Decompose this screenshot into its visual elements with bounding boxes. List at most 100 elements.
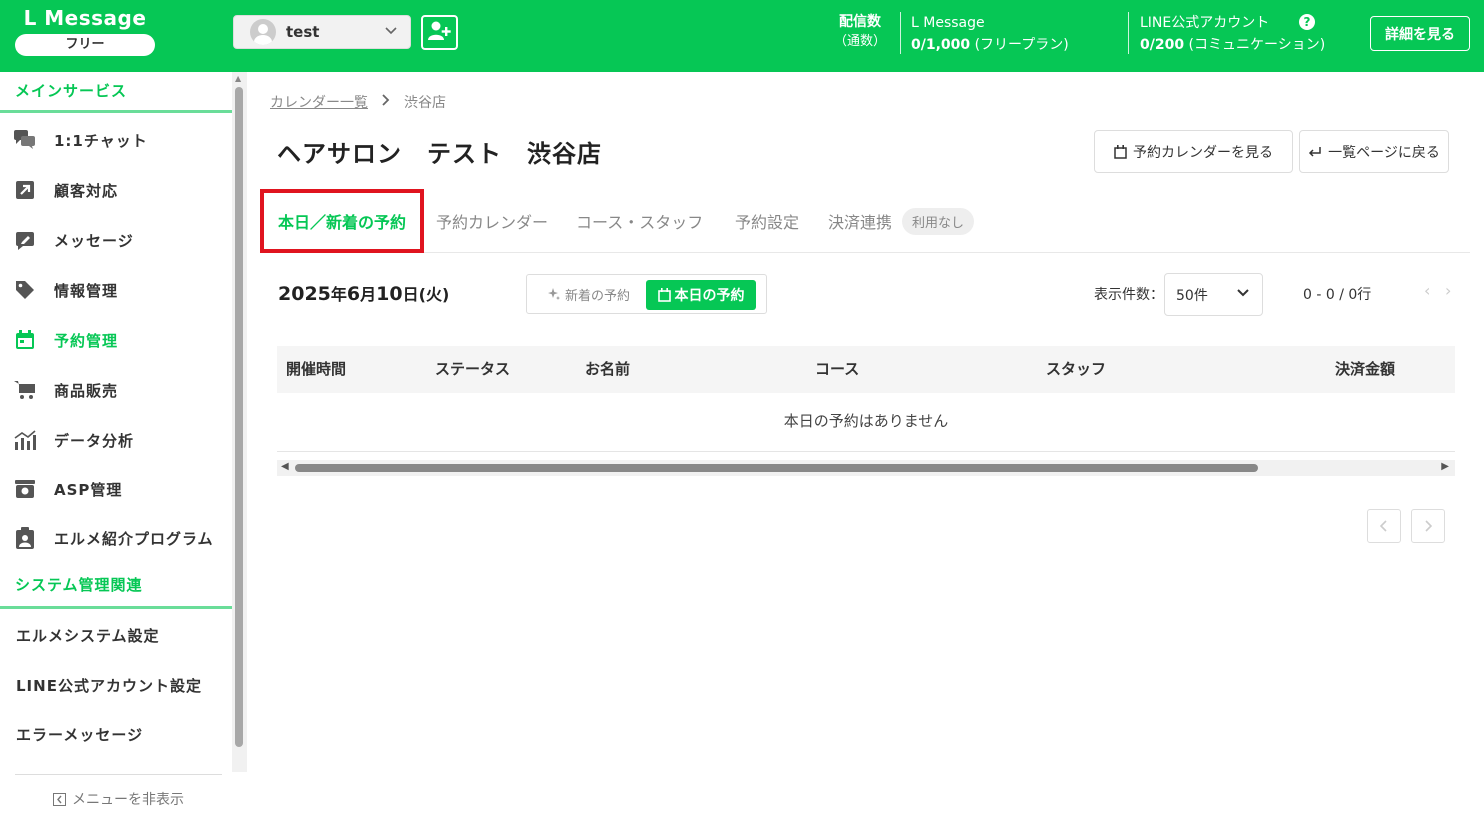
details-button[interactable]: 詳細を見る	[1370, 16, 1470, 51]
chevron-left-icon	[1379, 517, 1388, 536]
plan-badge: フリー	[15, 34, 155, 56]
sidebar-item-customer[interactable]: 顧客対応	[0, 170, 232, 210]
return-icon	[1308, 146, 1322, 158]
brand-name: L Message	[23, 6, 147, 30]
sidebar-scroll-thumb[interactable]	[235, 87, 243, 747]
column-header-payment: 決済金額	[1335, 360, 1396, 378]
sidebar-item-sales[interactable]: 商品販売	[0, 370, 232, 410]
table-scroll-thumb[interactable]	[295, 464, 1258, 472]
breadcrumb-current: 渋谷店	[404, 95, 446, 111]
add-user-icon	[427, 20, 452, 46]
sidebar-item-referral[interactable]: エルメ紹介プログラム	[0, 518, 232, 558]
system-section-title: システム管理関連	[15, 576, 143, 594]
chevron-right-icon	[382, 94, 390, 110]
reservation-view-toggle: 新着の予約 本日の予約	[526, 274, 767, 314]
toggle-new-reservations[interactable]: 新着の予約	[547, 285, 630, 304]
sidebar-item-chat[interactable]: 1:1チャット	[0, 120, 232, 160]
reservation-table: 開催時間 ステータス お名前 コース スタッフ 決済金額 本日の予約はありません	[277, 346, 1455, 452]
message-edit-icon	[14, 229, 36, 251]
empty-message: 本日の予約はありません	[277, 393, 1455, 452]
calendar-icon	[14, 329, 36, 351]
account-select[interactable]: test	[233, 15, 411, 49]
sidebar-item-label: ASP管理	[54, 480, 123, 499]
tab-reservation-calendar[interactable]: 予約カレンダー	[436, 189, 548, 253]
scroll-right-arrow-icon[interactable]: ▶	[1441, 461, 1449, 472]
line-quota-value: 0/200	[1140, 37, 1185, 53]
back-to-list-button[interactable]: 一覧ページに戻る	[1299, 130, 1449, 173]
view-calendar-button[interactable]: 予約カレンダーを見る	[1094, 130, 1293, 173]
logo[interactable]: L Message フリー	[15, 6, 155, 56]
lmessage-quota: L Message 0/1,000 (フリープラン)	[911, 12, 1069, 56]
prev-page-icon[interactable]: ‹	[1424, 281, 1430, 300]
calendar-icon	[657, 288, 671, 302]
avatar	[250, 19, 276, 45]
sidebar-item-asp[interactable]: ASP管理	[0, 469, 232, 509]
hide-menu-label: メニューを非表示	[72, 792, 184, 808]
sidebar-item-label: 予約管理	[54, 331, 119, 350]
lmessage-plan: (フリープラン)	[974, 37, 1069, 53]
status-badge: 利用なし	[902, 207, 975, 235]
send-count-label: 配信数 （通数）	[830, 12, 890, 52]
back-to-list-label: 一覧ページに戻る	[1328, 144, 1440, 161]
table-horizontal-scrollbar[interactable]: ◀ ▶	[277, 460, 1455, 476]
line-plan: (コミュニケーション)	[1188, 37, 1326, 53]
chevron-down-icon	[384, 24, 398, 41]
collapse-icon	[53, 793, 66, 810]
sidebar-item-error-message[interactable]: エラーメッセージ	[0, 714, 232, 754]
chat-icon	[14, 129, 36, 151]
sidebar-item-label: エルメ紹介プログラム	[54, 529, 214, 548]
date-weekday: (火)	[418, 285, 450, 304]
tab-reservation-settings[interactable]: 予約設定	[735, 189, 799, 253]
line-quota: LINE公式アカウント 0/200 (コミュニケーション)	[1140, 12, 1325, 56]
next-page-button[interactable]	[1411, 509, 1445, 543]
per-page-select[interactable]: 50件	[1164, 273, 1263, 316]
page-title: ヘアサロン テスト 渋谷店	[277, 140, 602, 168]
breadcrumb-calendar-list[interactable]: カレンダー一覧	[270, 92, 368, 112]
scroll-up-arrow-icon[interactable]: ▲	[235, 74, 241, 83]
column-header-time: 開催時間	[286, 360, 347, 378]
toggle-today-reservations[interactable]: 本日の予約	[646, 280, 756, 310]
divider	[1128, 12, 1129, 54]
hide-menu-button[interactable]: メニューを非表示	[15, 774, 222, 810]
lmessage-quota-value: 0/1,000	[911, 37, 971, 53]
result-range: 0 - 0 / 0行	[1303, 287, 1372, 303]
sidebar-item-system-settings[interactable]: エルメシステム設定	[0, 615, 232, 655]
view-calendar-label: 予約カレンダーを見る	[1133, 144, 1273, 161]
prev-page-button[interactable]	[1367, 509, 1401, 543]
add-user-button[interactable]	[421, 15, 458, 50]
breadcrumb: カレンダー一覧 渋谷店	[270, 92, 446, 112]
account-name: test	[286, 23, 320, 41]
table-header: 開催時間 ステータス お名前 コース スタッフ 決済金額	[277, 346, 1455, 393]
sidebar-item-label: 情報管理	[54, 281, 119, 300]
sidebar-item-label: 顧客対応	[54, 181, 119, 200]
next-page-icon[interactable]: ›	[1445, 281, 1451, 300]
per-page-value: 50件	[1176, 287, 1208, 304]
scroll-left-arrow-icon[interactable]: ◀	[281, 461, 289, 472]
sidebar-item-line-settings[interactable]: LINE公式アカウント設定	[0, 665, 232, 705]
sidebar-item-message[interactable]: メッセージ	[0, 220, 232, 260]
tab-today-new[interactable]: 本日／新着の予約	[260, 189, 425, 253]
sidebar-item-analytics[interactable]: データ分析	[0, 420, 232, 460]
sparkle-icon	[547, 287, 561, 301]
sidebar-item-info[interactable]: 情報管理	[0, 270, 232, 310]
date-year-unit: 年	[330, 285, 347, 304]
help-icon[interactable]: ?	[1299, 14, 1315, 30]
send-count-subtitle: （通数）	[833, 34, 886, 49]
tab-bar: 本日／新着の予約 予約カレンダー コース・スタッフ 予約設定 決済連携 利用なし	[260, 189, 1470, 253]
section-divider	[0, 110, 232, 113]
sidebar-item-reservation[interactable]: 予約管理	[0, 320, 232, 360]
tab-course-staff[interactable]: コース・スタッフ	[576, 189, 703, 253]
toggle-new-label: 新着の予約	[565, 288, 631, 304]
sidebar-item-label: メッセージ	[54, 231, 134, 250]
per-page-label: 表示件数：	[1094, 287, 1164, 303]
column-header-status: ステータス	[435, 360, 511, 378]
arrow-up-right-icon	[14, 179, 36, 201]
sidebar-item-label: 1:1チャット	[54, 131, 148, 150]
date-month-unit: 月	[360, 285, 377, 304]
lmessage-quota-name: L Message	[911, 15, 985, 31]
main-content: カレンダー一覧 渋谷店 ヘアサロン テスト 渋谷店 予約カレンダーを見る 一覧ペ…	[247, 72, 1484, 819]
tab-payment[interactable]: 決済連携 利用なし	[828, 189, 975, 253]
clipboard-user-icon	[14, 527, 36, 549]
date-day: 10	[376, 283, 403, 305]
date-day-unit: 日	[402, 285, 419, 304]
